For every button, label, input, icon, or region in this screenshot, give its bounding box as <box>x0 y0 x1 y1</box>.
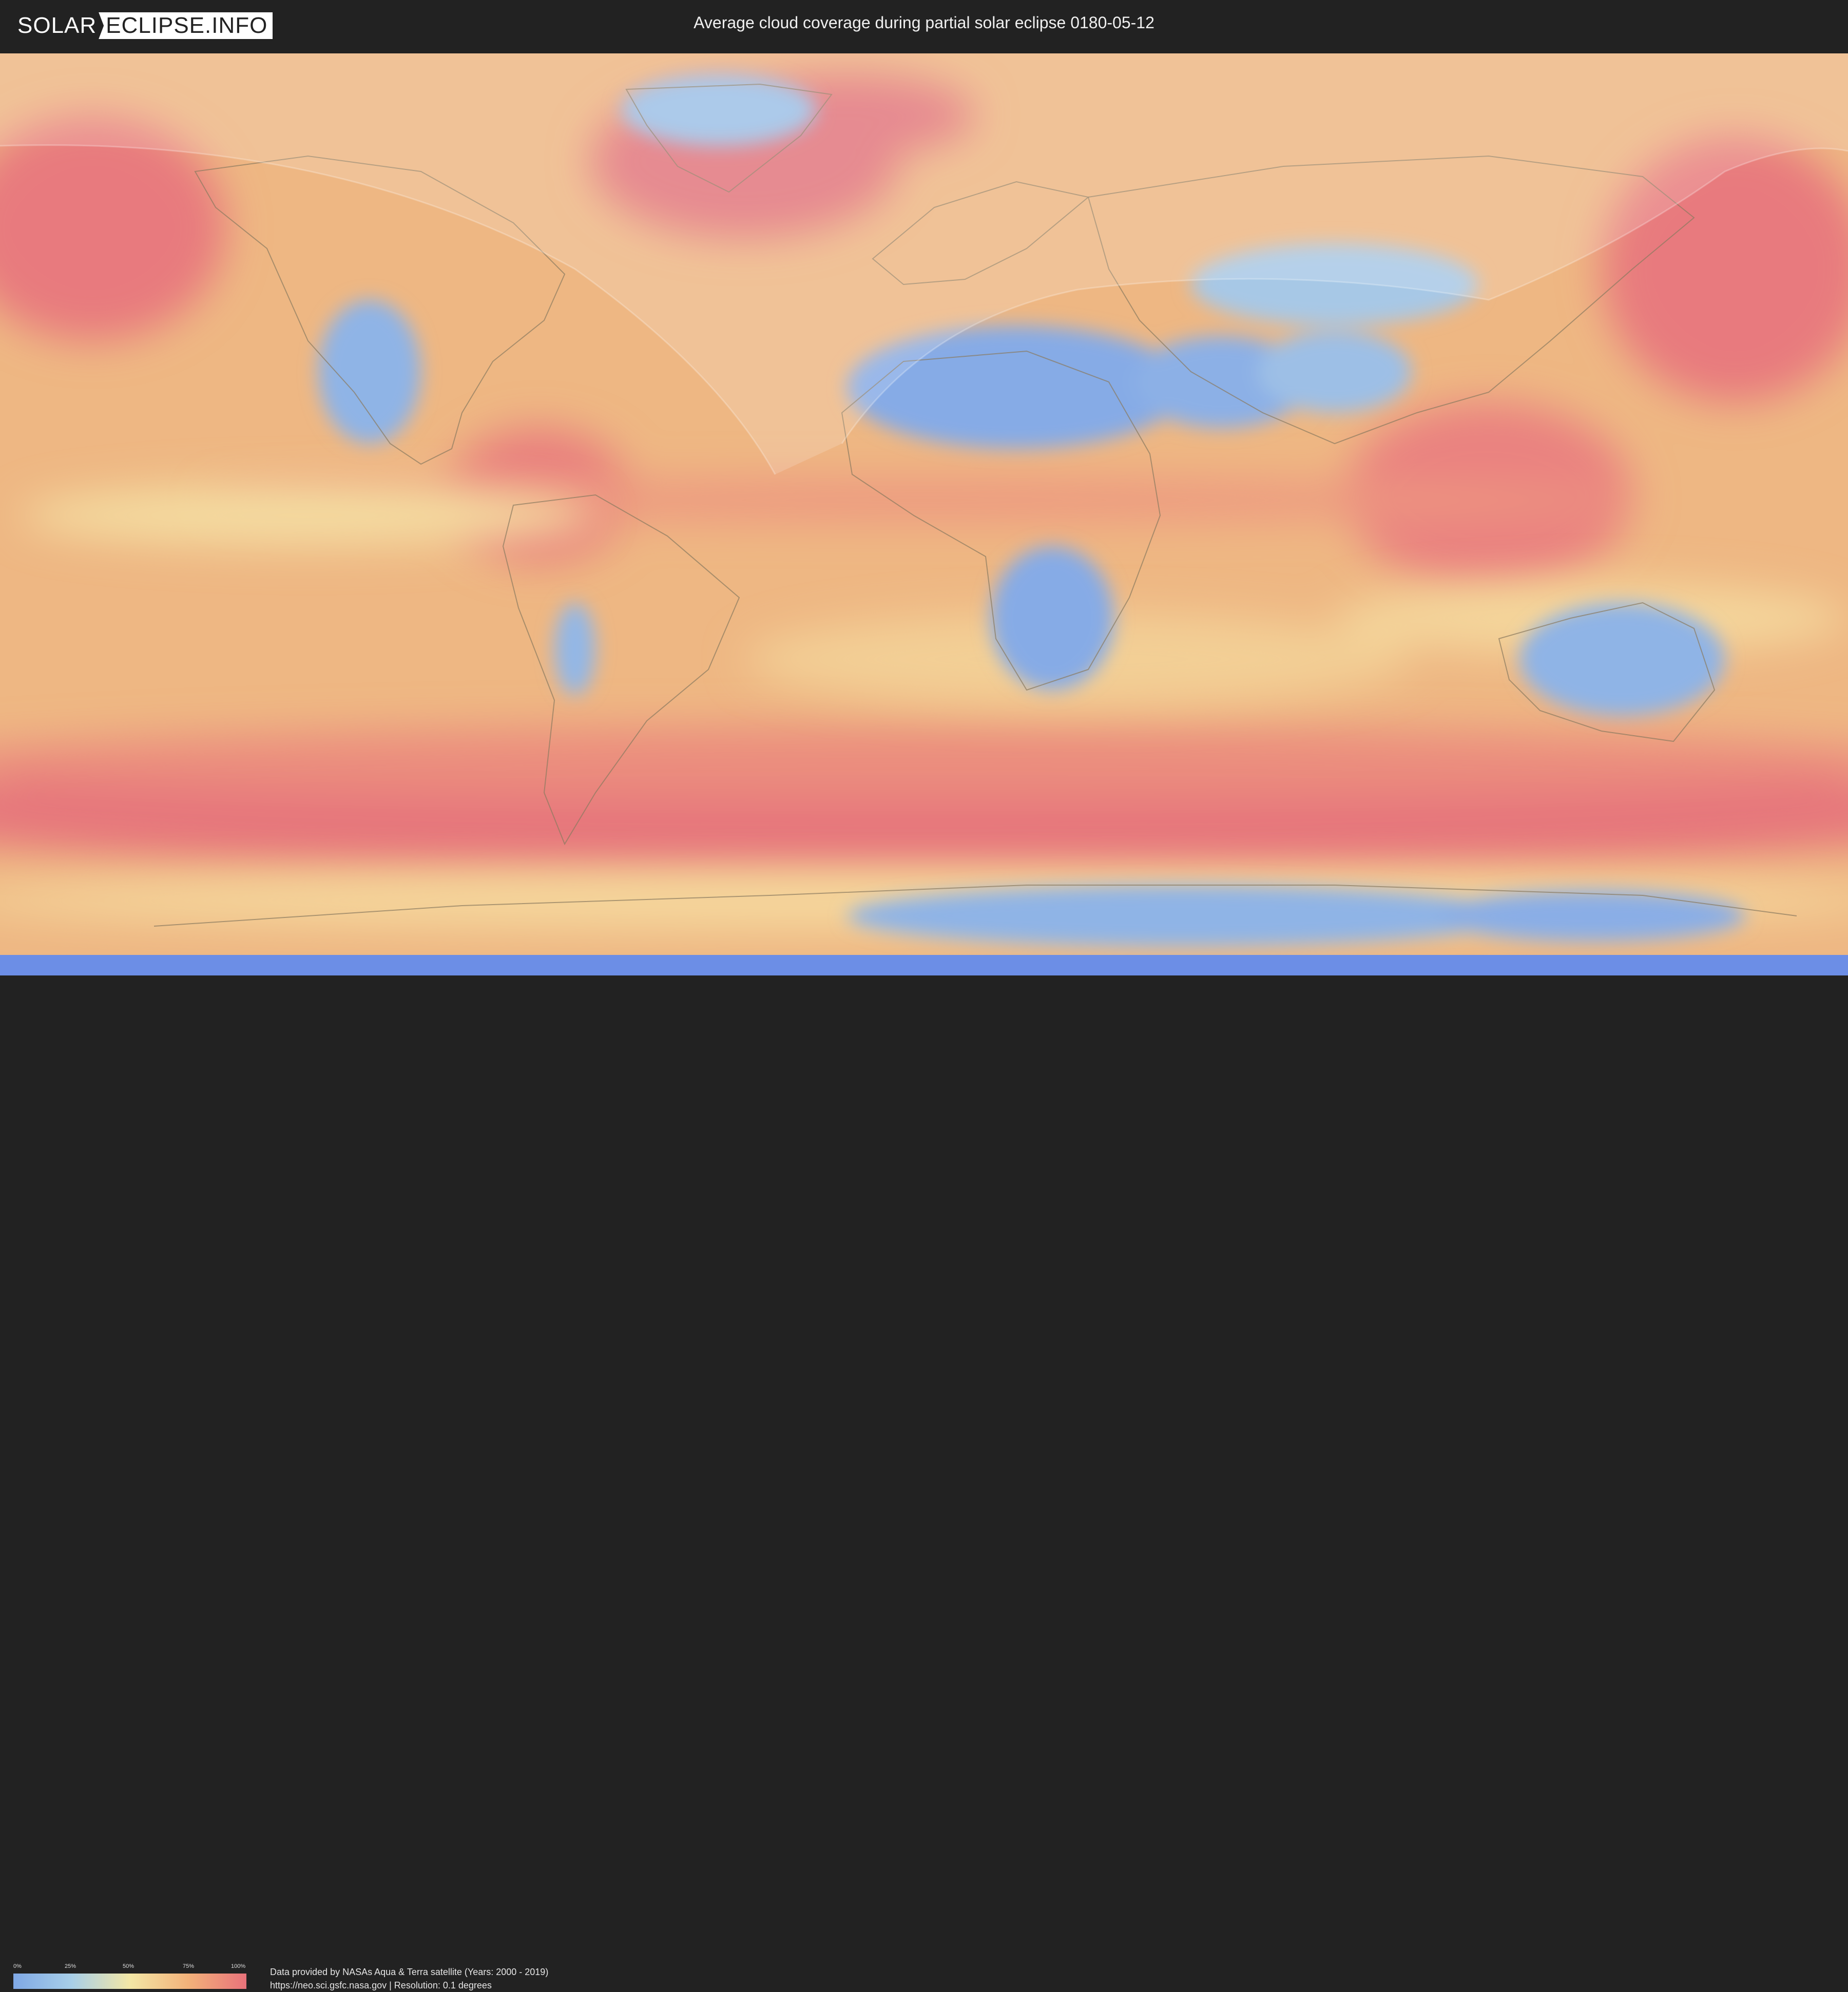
legend-tick-100: 100% <box>231 1963 246 1969</box>
antarctic-edge <box>0 955 1848 975</box>
legend-tick-labels: 0% 25% 50% 75% 100% <box>13 1963 246 1970</box>
credits-line-1: Data provided by NASAs Aqua & Terra sate… <box>270 1967 549 1977</box>
footer-bar: 0% 25% 50% 75% 100% Data provided by NAS… <box>0 975 1848 1990</box>
data-credits: Data provided by NASAs Aqua & Terra sate… <box>270 1965 548 1992</box>
legend-color-scale <box>13 1974 246 1989</box>
header-bar: SOLAR ECLIPSE.INFO Average cloud coverag… <box>0 0 1848 51</box>
credits-line-2: https://neo.sci.gsfc.nasa.gov | Resoluti… <box>270 1980 492 1990</box>
legend-tick-75: 75% <box>183 1963 195 1969</box>
map-svg <box>0 53 1848 975</box>
legend-tick-25: 25% <box>65 1963 76 1969</box>
legend-tick-50: 50% <box>123 1963 134 1969</box>
legend-tick-0: 0% <box>13 1963 22 1969</box>
cloud-coverage-map[interactable] <box>0 53 1848 975</box>
page-title: Average cloud coverage during partial so… <box>694 13 1154 32</box>
